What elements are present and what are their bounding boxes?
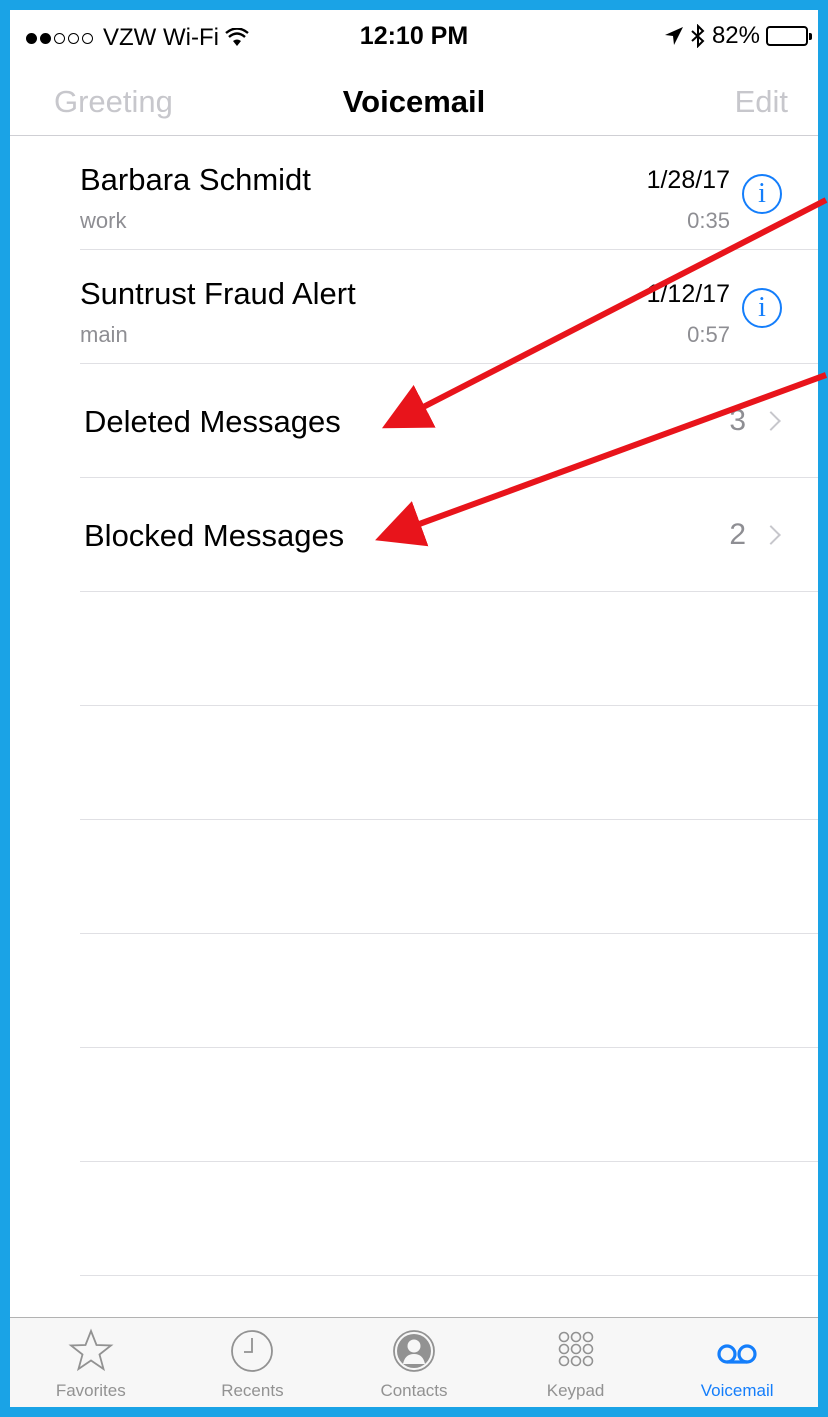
clock-icon <box>231 1330 274 1372</box>
voicemail-row[interactable]: Suntrust Fraud Alert main 1/12/17 0:57 i <box>80 250 818 364</box>
location-icon <box>664 27 683 45</box>
chevron-right-icon <box>761 525 781 545</box>
chevron-right-icon <box>761 411 781 431</box>
tab-label: Voicemail <box>700 1381 774 1400</box>
tab-label: Contacts <box>380 1381 448 1400</box>
star-icon <box>68 1328 114 1372</box>
tab-favorites[interactable]: Favorites <box>10 1318 172 1407</box>
status-bar: VZW Wi-Fi 12:10 PM 82% <box>10 10 818 66</box>
keypad-icon <box>558 1331 593 1367</box>
empty-row <box>80 1048 818 1162</box>
tab-voicemail[interactable]: Voicemail <box>656 1318 818 1407</box>
voicemail-date: 1/12/17 <box>646 280 730 308</box>
voicemail-duration: 0:57 <box>687 322 730 347</box>
tab-bar: Favorites Recents Contacts Keypad Voicem… <box>10 1317 818 1407</box>
info-icon[interactable]: i <box>742 174 782 214</box>
voicemail-caller: Suntrust Fraud Alert <box>80 276 356 311</box>
blocked-messages-row[interactable]: Blocked Messages 2 <box>80 478 818 592</box>
empty-row <box>80 592 818 706</box>
voicemail-number-label: main <box>80 322 128 347</box>
voicemail-duration: 0:35 <box>687 208 730 233</box>
empty-row <box>80 934 818 1048</box>
empty-row <box>80 1162 818 1276</box>
tab-label: Keypad <box>546 1381 605 1400</box>
deleted-messages-label: Deleted Messages <box>84 404 341 439</box>
tab-recents[interactable]: Recents <box>172 1318 334 1407</box>
battery-percent: 82% <box>711 22 760 49</box>
empty-row <box>80 706 818 820</box>
blocked-messages-count: 2 <box>729 518 746 551</box>
page-title: Voicemail <box>342 84 486 119</box>
empty-row <box>80 820 818 934</box>
edit-button[interactable]: Edit <box>735 84 788 120</box>
deleted-messages-count: 3 <box>729 404 746 437</box>
voicemail-list: Barbara Schmidt work 1/28/17 0:35 i Sunt… <box>10 136 818 1276</box>
voicemail-row[interactable]: Barbara Schmidt work 1/28/17 0:35 i <box>80 136 818 250</box>
bluetooth-icon <box>691 24 705 48</box>
tab-label: Favorites <box>55 1381 126 1400</box>
tab-contacts[interactable]: Contacts <box>333 1318 495 1407</box>
battery-icon <box>766 26 812 46</box>
voicemail-icon <box>717 1344 757 1364</box>
blocked-messages-label: Blocked Messages <box>84 518 345 553</box>
info-icon[interactable]: i <box>742 288 782 328</box>
deleted-messages-row[interactable]: Deleted Messages 3 <box>80 364 818 478</box>
contact-icon <box>393 1330 435 1372</box>
screenshot-frame: VZW Wi-Fi 12:10 PM 82% Greeting Voicemai… <box>0 0 828 1417</box>
voicemail-date: 1/28/17 <box>646 166 730 194</box>
status-right-group: 82% <box>664 22 812 50</box>
tab-keypad[interactable]: Keypad <box>495 1318 657 1407</box>
voicemail-caller: Barbara Schmidt <box>80 162 311 197</box>
navigation-bar: Greeting Voicemail Edit <box>10 66 818 136</box>
tab-label: Recents <box>221 1381 284 1400</box>
voicemail-number-label: work <box>80 208 127 233</box>
